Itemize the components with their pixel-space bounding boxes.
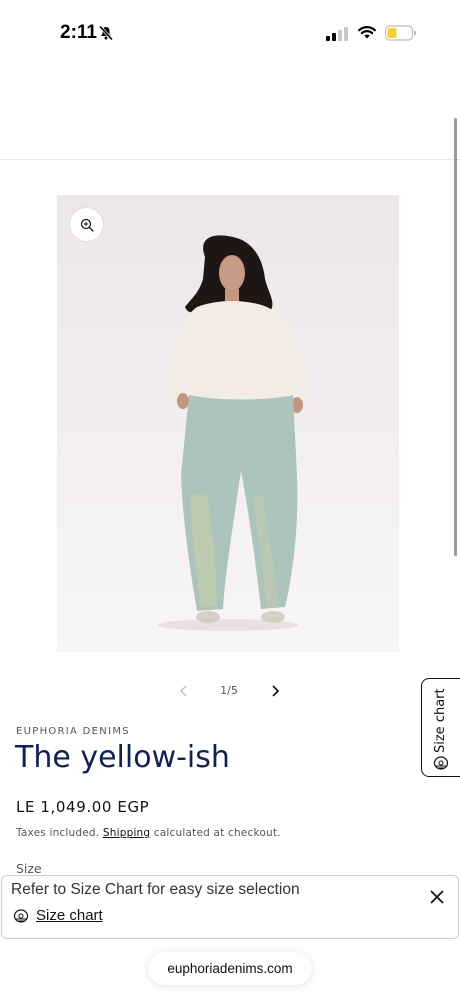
tape-measure-icon (13, 909, 29, 923)
url-bar[interactable]: euphoriadenims.com (148, 952, 312, 985)
mute-icon (98, 25, 114, 41)
zoom-in-icon (80, 218, 94, 232)
tax-note-suffix: calculated at checkout. (153, 827, 281, 839)
chevron-left-icon[interactable] (177, 683, 191, 699)
status-bar: 2:11 (0, 0, 460, 60)
url-text: euphoriadenims.com (167, 961, 293, 976)
size-chart-popup: Refer to Size Chart for easy size select… (1, 875, 459, 939)
product-vendor: EUPHORIA DENIMS (16, 726, 130, 737)
size-chart-link[interactable]: Size chart (36, 907, 103, 924)
close-icon[interactable] (429, 889, 445, 905)
wifi-icon (358, 26, 376, 39)
size-label: Size (16, 861, 42, 876)
tape-measure-icon (433, 756, 449, 770)
size-chart-tab-label: Size chart (433, 688, 448, 753)
shipping-link[interactable]: Shipping (103, 827, 150, 839)
size-chart-side-tab[interactable]: Size chart (421, 678, 460, 777)
header-divider (0, 159, 460, 160)
tax-note: Taxes included. Shipping calculated at c… (16, 827, 281, 839)
scroll-indicator[interactable] (454, 118, 457, 556)
popup-message: Refer to Size Chart for easy size select… (11, 881, 300, 898)
battery-icon (385, 25, 416, 41)
model-photo (158, 235, 309, 631)
product-title: The yellow-ish (15, 740, 230, 775)
slider-nav: 1/5 (0, 681, 460, 701)
signal-icon (326, 27, 348, 41)
product-image[interactable] (57, 195, 399, 652)
product-price: LE 1,049.00 EGP (16, 798, 150, 816)
chevron-right-icon[interactable] (268, 683, 282, 699)
zoom-button[interactable] (70, 208, 103, 241)
slide-counter: 1/5 (220, 684, 238, 697)
status-time: 2:11 (60, 22, 97, 43)
tax-note-prefix: Taxes included. (16, 827, 100, 839)
